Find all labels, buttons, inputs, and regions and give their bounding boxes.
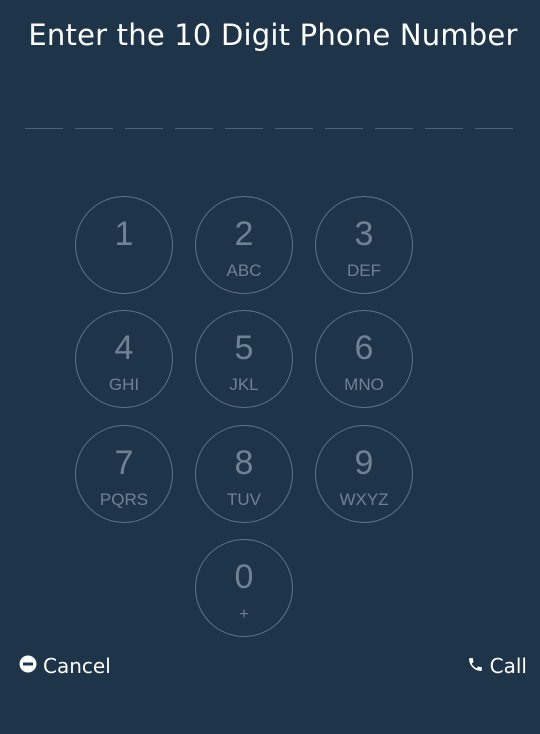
key-letters: GHI <box>108 375 140 394</box>
key-letters: JKL <box>229 375 259 394</box>
key-0[interactable]: 0 + <box>195 539 293 637</box>
cancel-label: Cancel <box>43 654 111 678</box>
key-letters: TUV <box>227 490 261 509</box>
key-6[interactable]: 6 MNO <box>315 310 413 408</box>
key-number: 5 <box>234 329 254 367</box>
cancel-button[interactable]: Cancel <box>19 654 111 678</box>
page-title: Enter the 10 Digit Phone Number <box>28 18 518 52</box>
phone-dialer-screen: Enter the 10 Digit Phone Number 1 2 ABC … <box>0 0 540 734</box>
phone-icon <box>467 654 484 678</box>
key-number: 8 <box>234 444 254 482</box>
digit-slot-7 <box>325 110 363 129</box>
key-7[interactable]: 7 PQRS <box>75 425 173 523</box>
key-2[interactable]: 2 ABC <box>195 196 293 294</box>
key-4[interactable]: 4 GHI <box>75 310 173 408</box>
key-number: 6 <box>354 329 374 367</box>
phone-number-input[interactable] <box>25 110 515 130</box>
call-label: Call <box>489 654 527 678</box>
digit-slot-1 <box>25 110 63 129</box>
key-letters: + <box>239 606 249 623</box>
digit-slot-10 <box>475 110 513 129</box>
key-number: 2 <box>234 215 254 253</box>
key-1[interactable]: 1 <box>75 196 173 294</box>
key-8[interactable]: 8 TUV <box>195 425 293 523</box>
digit-slot-3 <box>125 110 163 129</box>
digit-slot-8 <box>375 110 413 129</box>
key-letters: MNO <box>344 375 384 394</box>
key-letters: DEF <box>347 261 381 280</box>
key-letters: WXYZ <box>339 490 389 509</box>
key-number: 4 <box>114 329 134 367</box>
digit-slot-4 <box>175 110 213 129</box>
key-letters: PQRS <box>99 490 149 509</box>
key-number: 0 <box>234 558 254 596</box>
key-3[interactable]: 3 DEF <box>315 196 413 294</box>
call-button[interactable]: Call <box>467 654 527 678</box>
key-number: 9 <box>354 444 374 482</box>
digit-slot-6 <box>275 110 313 129</box>
digit-slot-5 <box>225 110 263 129</box>
key-5[interactable]: 5 JKL <box>195 310 293 408</box>
digit-slot-2 <box>75 110 113 129</box>
digit-slot-9 <box>425 110 463 129</box>
key-number: 3 <box>354 215 374 253</box>
key-number: 7 <box>114 444 134 482</box>
key-9[interactable]: 9 WXYZ <box>315 425 413 523</box>
key-number: 1 <box>114 215 134 253</box>
key-letters: ABC <box>226 261 262 280</box>
minus-circle-icon <box>19 654 37 678</box>
